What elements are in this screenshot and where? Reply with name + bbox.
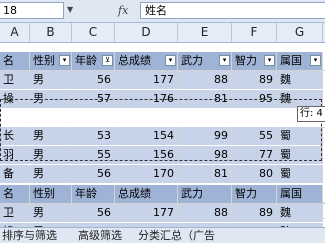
- header-cell-name[interactable]: 名: [0, 52, 30, 70]
- worksheet-grid[interactable]: 名 性别 ▾ 年龄 ⊻ 总成绩 ▾ 武力 ▾ 智力 ▾ 属国 ▾ 卫 男 56 177 88…: [0, 43, 325, 242]
- cell[interactable]: 88: [178, 71, 232, 89]
- header-cell-gender[interactable]: 性别 ▾: [30, 52, 72, 70]
- sheet-tabs-bar: 排序与筛选 高级筛选 分类汇总（广告: [0, 227, 325, 243]
- table-row[interactable]: 卫 男 56 177 88 89 魏: [0, 204, 325, 223]
- cell[interactable]: 156: [115, 146, 178, 164]
- cell[interactable]: 170: [115, 165, 178, 183]
- cell[interactable]: 56: [72, 204, 115, 222]
- sheet-tab-subtotal[interactable]: 分类汇总（广告: [138, 228, 215, 243]
- table-row[interactable]: [0, 109, 325, 128]
- cell[interactable]: 羽: [0, 146, 30, 164]
- cell[interactable]: 80: [232, 165, 277, 183]
- cell[interactable]: 56: [72, 71, 115, 89]
- filter-dropdown-icon[interactable]: ▾: [264, 55, 275, 66]
- header-cell-force[interactable]: 武力 ▾: [178, 52, 232, 70]
- table-row[interactable]: 操 男 57 176 81 95 魏: [0, 90, 325, 109]
- header-cell-kingdom[interactable]: 属国: [277, 185, 323, 203]
- cell[interactable]: 卫: [0, 71, 30, 89]
- cell[interactable]: 95: [232, 90, 277, 108]
- cell[interactable]: 89: [232, 204, 277, 222]
- cell[interactable]: 男: [30, 146, 72, 164]
- formula-input[interactable]: 姓名: [140, 2, 325, 19]
- sheet-tab-sort-filter[interactable]: 排序与筛选: [2, 228, 57, 243]
- header-cell-intelligence[interactable]: 智力: [232, 185, 277, 203]
- cell[interactable]: 男: [30, 165, 72, 183]
- column-header-e[interactable]: E: [178, 23, 232, 42]
- header-cell-total-score[interactable]: 总成绩: [115, 185, 178, 203]
- cell[interactable]: 魏: [277, 204, 323, 222]
- cell[interactable]: 53: [72, 127, 115, 145]
- table-row[interactable]: 长 男 53 154 99 55 蜀: [0, 127, 325, 146]
- cell[interactable]: 备: [0, 165, 30, 183]
- cell[interactable]: 154: [115, 127, 178, 145]
- filter-dropdown-icon[interactable]: ▾: [59, 55, 70, 66]
- cell[interactable]: 99: [178, 127, 232, 145]
- cell[interactable]: 88: [178, 204, 232, 222]
- cell[interactable]: 177: [115, 204, 178, 222]
- cell[interactable]: 长: [0, 127, 30, 145]
- table-row[interactable]: 卫 男 56 177 88 89 魏: [0, 71, 325, 90]
- cell[interactable]: 蜀: [277, 127, 323, 145]
- cell[interactable]: 魏: [277, 71, 323, 89]
- cell[interactable]: 177: [115, 71, 178, 89]
- cell[interactable]: 卫: [0, 204, 30, 222]
- column-header-a[interactable]: A: [0, 23, 30, 42]
- cell[interactable]: 蜀: [277, 165, 323, 183]
- filter-dropdown-icon[interactable]: ▾: [165, 55, 176, 66]
- cell[interactable]: 98: [178, 146, 232, 164]
- filter-dropdown-icon[interactable]: ▾: [310, 55, 321, 66]
- cell[interactable]: 男: [30, 90, 72, 108]
- table2-header-row: 名 性别 年龄 总成绩 武力 智力 属国: [0, 185, 325, 204]
- cell[interactable]: 57: [72, 90, 115, 108]
- cell[interactable]: 77: [232, 146, 277, 164]
- cell[interactable]: 55: [232, 127, 277, 145]
- table1-header-row: 名 性别 ▾ 年龄 ⊻ 总成绩 ▾ 武力 ▾ 智力 ▾ 属国 ▾: [0, 52, 325, 71]
- header-cell-total-score[interactable]: 总成绩 ▾: [115, 52, 178, 70]
- header-cell-gender[interactable]: 性别: [30, 185, 72, 203]
- cell[interactable]: 男: [30, 127, 72, 145]
- column-header-d[interactable]: D: [115, 23, 178, 42]
- cell[interactable]: 81: [178, 165, 232, 183]
- column-header-c[interactable]: C: [72, 23, 115, 42]
- table-row[interactable]: 备 男 56 170 81 80 蜀: [0, 165, 325, 184]
- insert-function-icon[interactable]: fx: [118, 2, 134, 19]
- header-cell-age[interactable]: 年龄 ⊻: [72, 52, 115, 70]
- filter-dropdown-icon[interactable]: ▾: [219, 55, 230, 66]
- column-header-f[interactable]: F: [232, 23, 277, 42]
- cell[interactable]: 81: [178, 90, 232, 108]
- name-box-dropdown-icon[interactable]: ▼: [67, 4, 77, 16]
- header-cell-age[interactable]: 年龄: [72, 185, 115, 203]
- cell[interactable]: 男: [30, 71, 72, 89]
- cell[interactable]: 89: [232, 71, 277, 89]
- cell[interactable]: 蜀: [277, 146, 323, 164]
- cell[interactable]: 55: [72, 146, 115, 164]
- header-cell-name[interactable]: 名: [0, 185, 30, 203]
- cell[interactable]: 56: [72, 165, 115, 183]
- filter-active-icon[interactable]: ⊻: [102, 55, 113, 66]
- header-cell-intelligence[interactable]: 智力 ▾: [232, 52, 277, 70]
- cell[interactable]: 男: [30, 204, 72, 222]
- column-header-b[interactable]: B: [30, 23, 72, 42]
- cell[interactable]: 操: [0, 90, 30, 108]
- header-cell-force[interactable]: 武力: [178, 185, 232, 203]
- header-cell-kingdom[interactable]: 属国 ▾: [277, 52, 323, 70]
- column-header-g[interactable]: G: [277, 23, 323, 42]
- formula-bar: 18 ▼ fx 姓名: [0, 0, 325, 23]
- name-box[interactable]: 18: [0, 2, 64, 19]
- table-row[interactable]: 羽 男 55 156 98 77 蜀: [0, 146, 325, 165]
- column-headers: A B C D E F G H: [0, 23, 325, 43]
- row-count-tooltip: 行: 4: [297, 106, 325, 122]
- cell[interactable]: 176: [115, 90, 178, 108]
- sheet-tab-advanced-filter[interactable]: 高级筛选: [78, 228, 122, 243]
